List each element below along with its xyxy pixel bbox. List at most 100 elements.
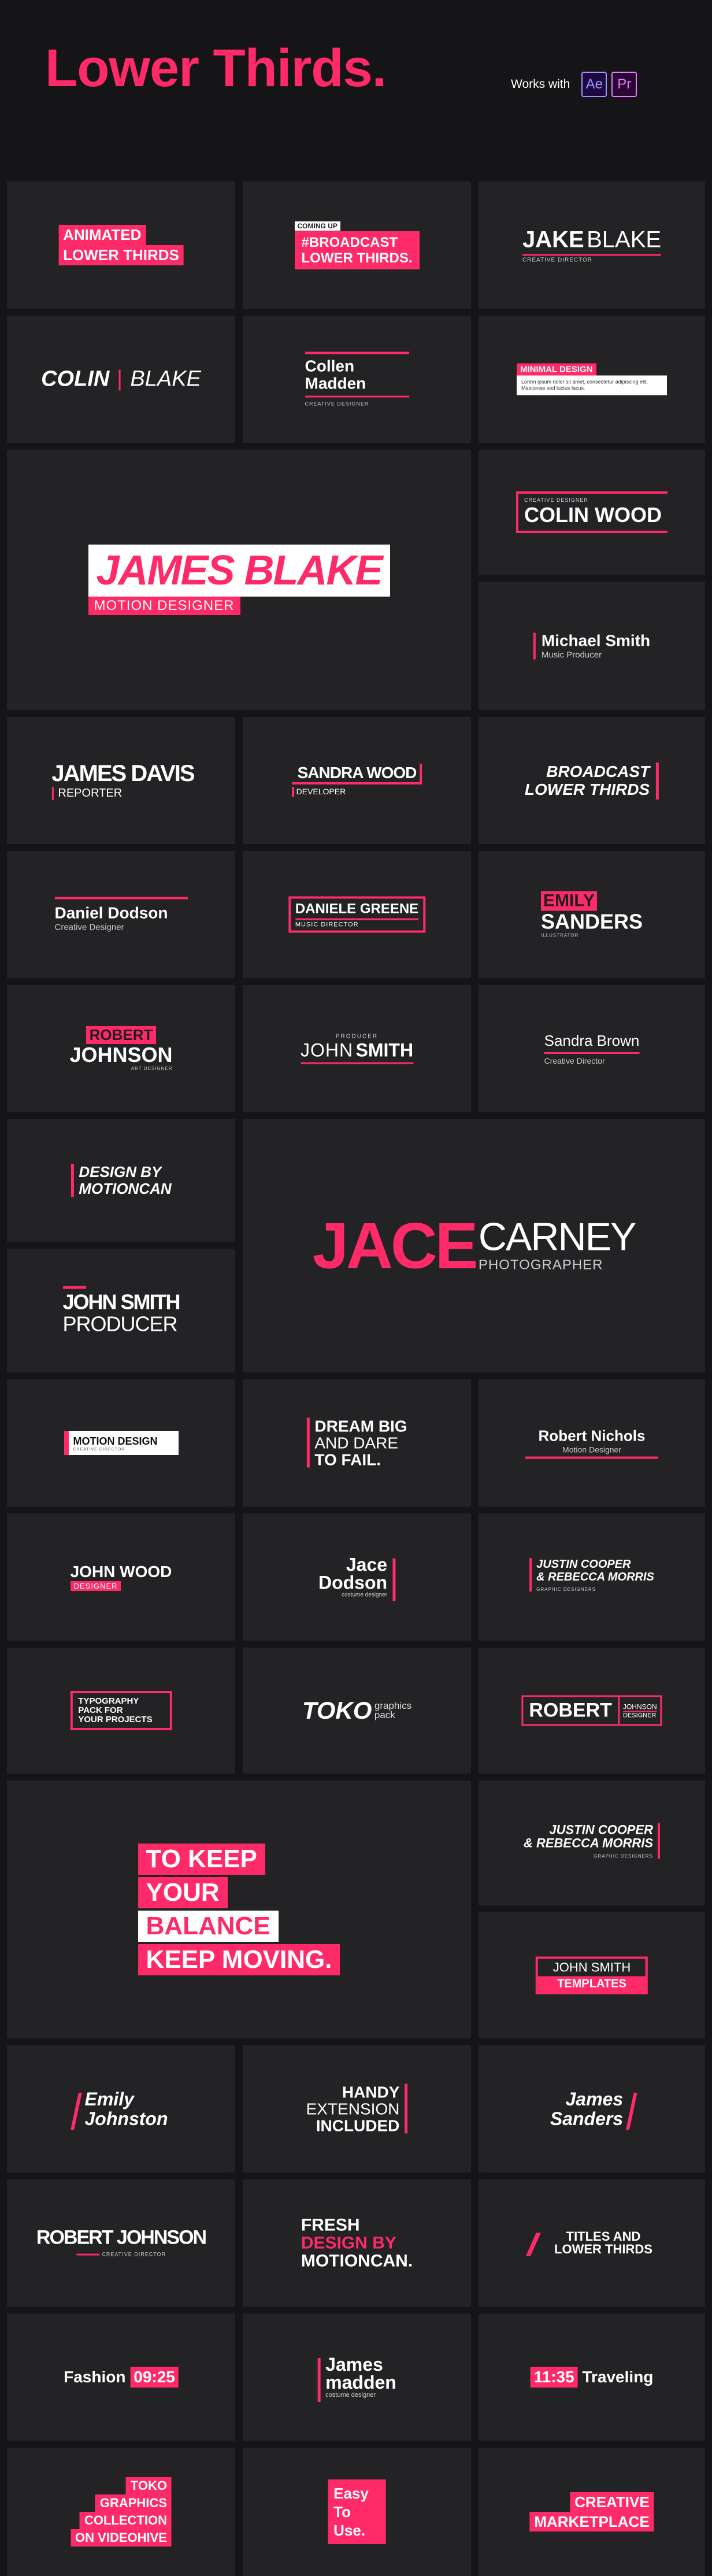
last-name: SMITH	[355, 1039, 414, 1061]
role: DESIGNER	[622, 1712, 657, 1719]
first-name: EMILY	[540, 891, 597, 911]
tile-typography-pack[interactable]: TYPOGRAPHY PACK FOR YOUR PROJECTS	[7, 1648, 235, 1774]
tile-toko-graphics-pack[interactable]: TOKO graphics pack	[243, 1648, 471, 1774]
tile-easy-to-use[interactable]: Easy To Use.	[243, 2448, 471, 2576]
role: DESIGNER	[70, 1581, 121, 1591]
role: CREATIVE DIRECTOR	[102, 2251, 166, 2257]
tile-line-2: MARKETPLACE	[529, 2512, 654, 2531]
tile-justin-cooper[interactable]: JUSTIN COOPER & REBECCA MORRIS GRAPHIC D…	[479, 1513, 705, 1641]
tile-john-smith-templates[interactable]: JOHN SMITH TEMPLATES	[479, 1912, 705, 2038]
tile-james-sanders[interactable]: James Sanders	[479, 2045, 705, 2172]
name: JOHN SMITH	[552, 1960, 631, 1975]
sub-line-2: pack	[374, 1709, 395, 1720]
tile-fashion-time[interactable]: Fashion 09:25	[7, 2314, 235, 2441]
last-name: JOHNSON	[622, 1702, 657, 1712]
tile-toko-collection[interactable]: TOKO GRAPHICS COLLECTION ON VIDEOHIVE	[7, 2448, 235, 2576]
tile-emily-sanders[interactable]: EMILY SANDERS ILLUSTRATOR	[479, 851, 705, 978]
tile-sandra-brown[interactable]: Sandra Brown Creative Director	[479, 985, 705, 1112]
tile-line-4: ON VIDEOHIVE	[71, 2529, 172, 2547]
tile-line-2: LOWER THIRDS	[554, 2242, 652, 2256]
tile-handy-extension[interactable]: HANDY EXTENSION INCLUDED	[243, 2045, 471, 2172]
role: MOTION DESIGNER	[88, 597, 240, 615]
name: JOHN WOOD	[70, 1563, 172, 1581]
tile-fresh-design[interactable]: FRESH DESIGN BY MOTIONCAN.	[243, 2179, 471, 2307]
label: Fashion	[64, 2368, 126, 2386]
label: Traveling	[582, 2368, 654, 2386]
premiere-icon: Pr	[611, 72, 637, 97]
tile-john-wood[interactable]: JOHN WOOD DESIGNER	[7, 1513, 235, 1641]
name-line-1: JUSTIN COOPER	[536, 1558, 631, 1571]
role: ILLUSTRATOR	[540, 932, 579, 938]
name: ROBERT	[523, 1697, 620, 1724]
tile-line-1: James	[565, 2089, 624, 2109]
tile-colin-blake[interactable]: COLIN BLAKE	[7, 316, 235, 443]
tile-sandra-wood[interactable]: SANDRA WOOD DEVELOPER	[243, 717, 471, 844]
tile-traveling-time[interactable]: 11:35 Traveling	[479, 2314, 705, 2441]
tile-jace-carney[interactable]: JACE CARNEY PHOTOGRAPHER	[243, 1119, 705, 1372]
tile-collen-madden[interactable]: Collen Madden CREATIVE DESIGNER	[243, 316, 471, 443]
role: CREATIVE DIRECTOR	[73, 1448, 125, 1452]
tile-line-3: COLLECTION	[79, 2512, 172, 2529]
tile-jace-dodson[interactable]: Jace Dodson costume designer	[243, 1513, 471, 1641]
tile-michael-smith[interactable]: Michael Smith Music Producer	[479, 582, 705, 710]
tile-robert-johnson-2[interactable]: ROBERT JOHNSON DESIGNER	[479, 1648, 705, 1774]
time: 09:25	[130, 2367, 179, 2388]
tile-design-by-motioncan[interactable]: DESIGN BY MOTIONCAN	[7, 1119, 235, 1242]
tile-line-1: #BROADCAST	[301, 235, 398, 250]
role: Motion Designer	[562, 1445, 621, 1454]
tile-line-2: PACK FOR	[78, 1705, 123, 1715]
role: Creative Designer	[54, 922, 124, 932]
tile-daniel-dodson[interactable]: Daniel Dodson Creative Designer	[7, 851, 235, 978]
tile-dream-big[interactable]: DREAM BIG AND DARE TO FAIL.	[243, 1379, 471, 1507]
role: ART DESIGNER	[131, 1066, 173, 1071]
header: Lower Thirds. Works with Ae Pr	[0, 0, 712, 173]
name-line-2: Madden	[305, 374, 366, 393]
tile-line-3: BALANCE	[138, 1911, 279, 1942]
tile-line-1: Easy	[333, 2485, 369, 2502]
role: CREATIVE DESIGNER	[305, 401, 369, 407]
tile-titles-and-lower-thirds[interactable]: TITLES AND LOWER THIRDS	[479, 2179, 705, 2307]
tile-robert-nichols[interactable]: Robert Nichols Motion Designer	[479, 1379, 705, 1507]
pre-title: CREATIVE DESIGNER	[524, 497, 588, 503]
tile-james-blake[interactable]: JAMES BLAKE MOTION DESIGNER	[7, 450, 471, 710]
tile-minimal-design[interactable]: MINIMAL DESIGN Lorem ipsum dolor sit ame…	[479, 316, 705, 443]
tile-justin-cooper-2[interactable]: JUSTIN COOPER & REBECCA MORRIS GRAPHIC D…	[479, 1781, 705, 1905]
tile-keep-your-balance[interactable]: TO KEEP YOUR BALANCE KEEP MOVING.	[7, 1781, 471, 2038]
tile-john-smith-producer[interactable]: JOHN SMITH PRODUCER	[7, 1249, 235, 1372]
tile-creative-marketplace[interactable]: CREATIVE MARKETPLACE	[479, 2448, 705, 2576]
tile-jake-blake[interactable]: JAKE BLAKE CREATIVE DIRECTOR	[479, 182, 705, 309]
tile-john-smith[interactable]: PRODUCER JOHN SMITH	[243, 985, 471, 1112]
tile-line-2: LOWER THIRDS	[58, 245, 184, 265]
tile-daniele-greene[interactable]: DANIELE GREENE MUSIC DIRECTOR	[243, 851, 471, 978]
role: Music Producer	[541, 650, 602, 660]
tile-line-2: Sanders	[550, 2108, 624, 2129]
role: CREATIVE DIRECTOR	[522, 257, 593, 264]
last-name: BLAKE	[587, 227, 662, 253]
tile-line-2: LOWER THIRDS.	[301, 250, 413, 266]
name-line-1: JUSTIN COOPER	[549, 1822, 654, 1837]
tile-line-2: To	[333, 2503, 351, 2521]
tile-line-1: HANDY	[342, 2083, 400, 2101]
tile-emily-johnston[interactable]: Emily Johnston	[7, 2045, 235, 2172]
tile-line-2: EXTENSION	[306, 2100, 400, 2118]
tile-james-davis[interactable]: JAMES DAVIS REPORTER	[7, 717, 235, 844]
tile-line-2: AND DARE	[314, 1434, 399, 1452]
tile-animated-lower-thirds[interactable]: ANIMATED LOWER THIRDS	[7, 182, 235, 309]
role: GRAPHIC DESIGNERS	[536, 1587, 596, 1592]
tile-robert-johnson[interactable]: ROBERT JOHNSON ART DESIGNER	[7, 985, 235, 1112]
works-with-label: Works with	[511, 77, 570, 91]
tile-james-madden[interactable]: James madden costume designer	[243, 2314, 471, 2441]
role: PRODUCER	[62, 1312, 177, 1336]
tile-broadcast[interactable]: COMING UP #BROADCAST LOWER THIRDS.	[243, 182, 471, 309]
role: PHOTOGRAPHER	[478, 1257, 603, 1273]
role: REPORTER	[58, 787, 123, 800]
tile-line-1: TOKO	[125, 2477, 172, 2494]
tile-line-1: DESIGN BY	[79, 1163, 162, 1180]
name: COLIN WOOD	[524, 503, 662, 527]
tile-robert-johnson-3[interactable]: ROBERT JOHNSON CREATIVE DIRECTOR	[7, 2179, 235, 2307]
tile-line-3: INCLUDED	[316, 2116, 400, 2135]
tile-broadcast-lower-thirds[interactable]: BROADCAST LOWER THIRDS	[479, 717, 705, 844]
tile-colin-wood[interactable]: CREATIVE DESIGNER COLIN WOOD	[479, 450, 705, 575]
pre-title: PRODUCER	[335, 1033, 379, 1040]
tile-motion-design[interactable]: MOTION DESIGN CREATIVE DIRECTOR	[7, 1379, 235, 1507]
